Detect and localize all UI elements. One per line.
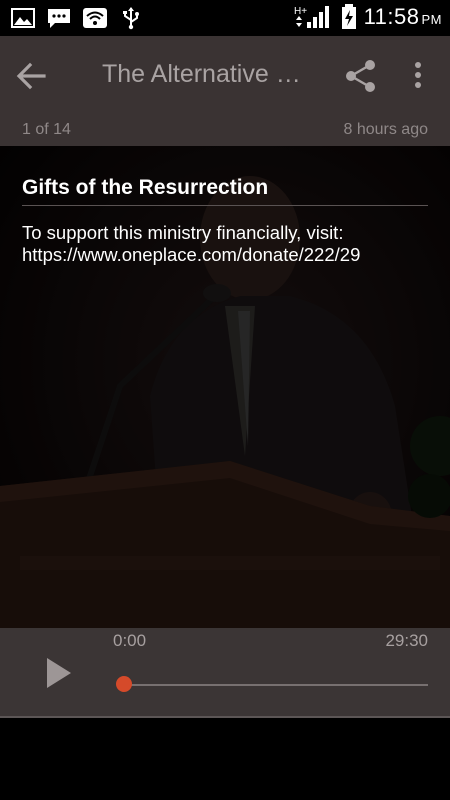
page-title: The Alternative with Dr. Tony Evans [102, 60, 317, 88]
clock-ampm: PM [421, 12, 442, 27]
episode-background-image [0, 146, 450, 628]
episode-time-ago: 8 hours ago [343, 121, 428, 138]
play-icon[interactable] [44, 656, 74, 690]
battery-charging-icon [341, 4, 356, 29]
clock-time: 11:58 [363, 4, 420, 29]
screen: H+ 11:58PM The Alternative with Dr. Tony… [0, 0, 450, 800]
episode-donate-link[interactable]: https://www.oneplace.com/donate/222/29 [22, 244, 432, 266]
seek-bar[interactable] [118, 684, 428, 686]
duration: 29:30 [385, 631, 428, 650]
back-arrow-icon[interactable] [14, 58, 54, 94]
episode-counter: 1 of 14 [22, 121, 71, 138]
gallery-icon [11, 8, 35, 28]
episode-description: To support this ministry financially, vi… [22, 222, 432, 266]
wifi-hotspot-icon [83, 8, 107, 28]
status-notification-icons [10, 6, 144, 30]
app-bar: The Alternative with Dr. Tony Evans [0, 36, 450, 116]
network-type-label: H+ [294, 6, 307, 17]
episode-title: Gifts of the Resurrection [22, 176, 269, 199]
episode-description-line: To support this ministry financially, vi… [22, 222, 344, 243]
share-icon[interactable] [344, 58, 378, 94]
more-options-icon[interactable] [408, 60, 428, 94]
status-system-icons: H+ 11:58 PM [294, 4, 442, 30]
seek-thumb[interactable] [116, 676, 132, 692]
audio-player: 0:00 29:30 [0, 628, 450, 718]
status-bar: H+ 11:58 PM [0, 0, 450, 36]
chat-message-icon [48, 9, 70, 28]
title-divider [22, 205, 428, 206]
current-time: 0:00 [113, 631, 147, 650]
episode-meta-bar: 1 of 14 8 hours ago [0, 116, 450, 146]
bottom-area [0, 718, 450, 800]
status-clock: 11:58 PM [364, 4, 442, 30]
usb-icon [123, 7, 139, 30]
signal-strength-icon: H+ [294, 6, 329, 28]
